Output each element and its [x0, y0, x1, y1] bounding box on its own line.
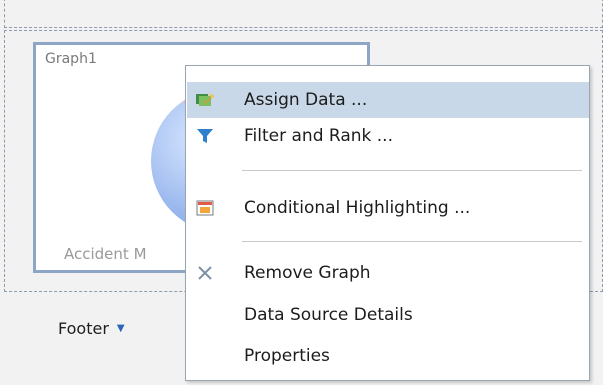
menu-item-data-source-details[interactable]: Data Source Details [187, 297, 589, 333]
menu-item-filter-and-rank[interactable]: Filter and Rank ... [187, 118, 589, 154]
menu-item-label: Filter and Rank ... [244, 126, 393, 146]
context-menu: Assign Data ... Filter and Rank ... Cond… [185, 65, 590, 381]
menu-item-label: Remove Graph [244, 263, 371, 283]
menu-item-label: Assign Data ... [244, 90, 368, 110]
header-section [4, 0, 603, 28]
menu-item-assign-data[interactable]: Assign Data ... [187, 82, 589, 118]
footer-tab-label: Footer [58, 319, 109, 338]
menu-item-label: Properties [244, 346, 330, 366]
chevron-down-icon: ▼ [116, 323, 125, 334]
conditional-highlighting-icon [195, 198, 215, 218]
menu-item-label: Data Source Details [244, 305, 413, 325]
menu-item-conditional-highlighting[interactable]: Conditional Highlighting ... [187, 190, 589, 226]
menu-item-label: Conditional Highlighting ... [244, 198, 471, 218]
assign-data-icon [195, 90, 215, 110]
remove-icon [195, 263, 215, 283]
menu-divider [242, 170, 582, 171]
footer-tab[interactable]: Footer ▼ [58, 319, 125, 338]
filter-icon [195, 126, 215, 146]
graph-title: Graph1 [45, 51, 97, 67]
menu-divider [242, 241, 582, 242]
menu-item-properties[interactable]: Properties [187, 338, 589, 374]
menu-item-remove-graph[interactable]: Remove Graph [187, 255, 589, 291]
report-canvas: Graph1 Accident M Footer ▼ Assign Data .… [0, 0, 603, 385]
graph-footer-label: Accident M [64, 245, 147, 263]
